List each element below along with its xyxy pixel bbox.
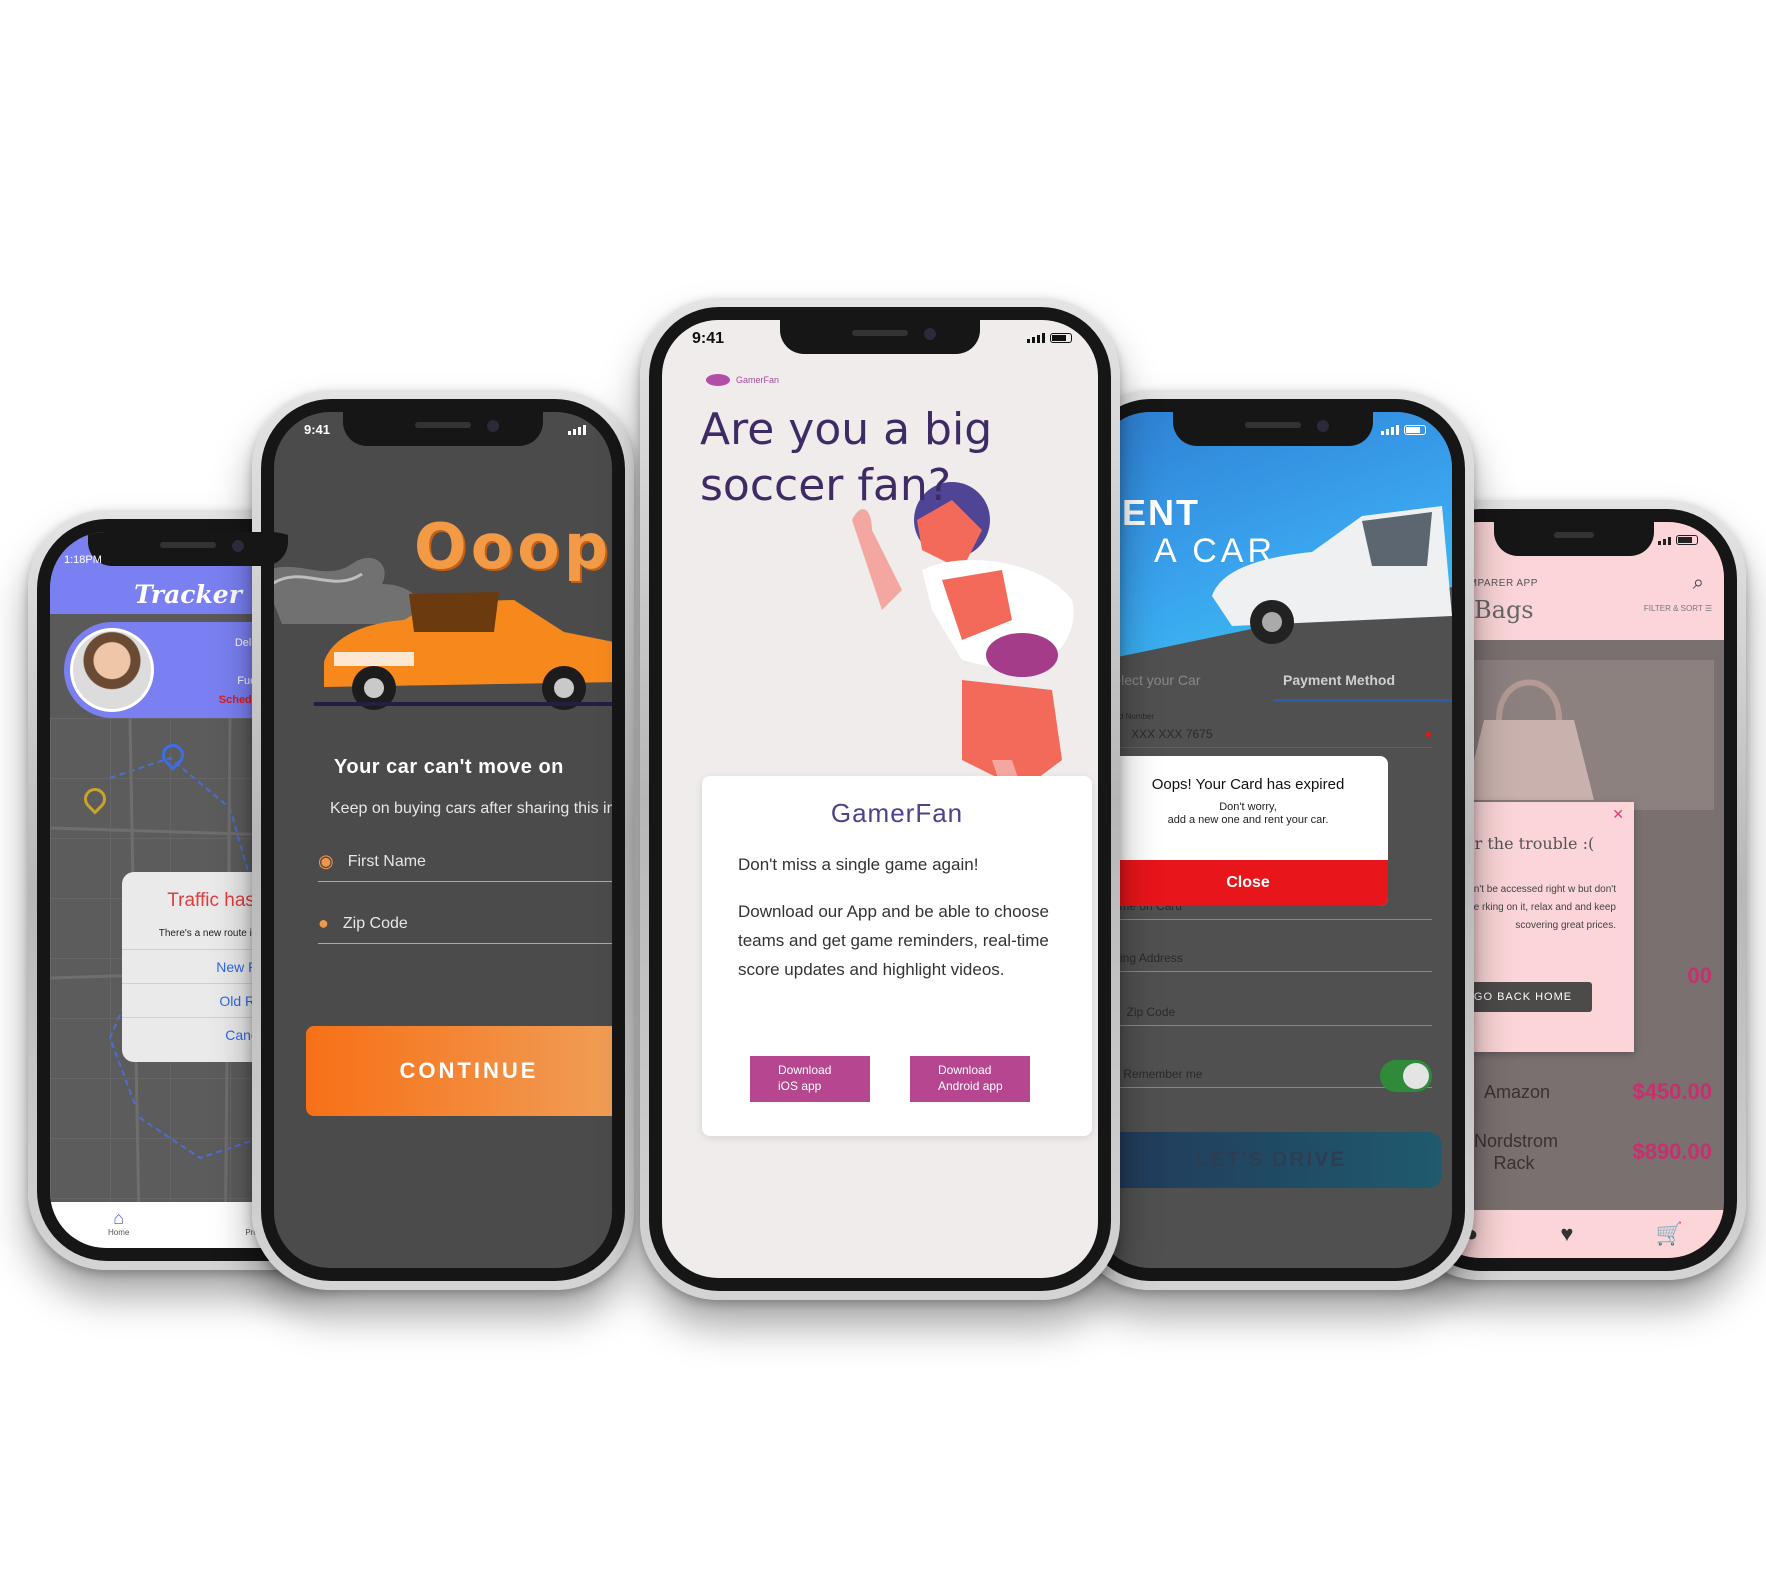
zip-placeholder: Zip Code — [1126, 1005, 1176, 1019]
billing-address-field[interactable]: Billing Address — [1104, 932, 1432, 972]
ooops-headline: Ooops — [414, 510, 612, 583]
person-icon: ● — [318, 913, 329, 933]
page-title: Bags — [1474, 596, 1534, 624]
card-expired-modal: Oops! Your Card has expired Don't worry,… — [1108, 756, 1388, 906]
ooops-screen: 9:41 Ooops Your car can't move on Keep o… — [274, 412, 612, 1268]
modal-line-1: Don't worry, — [1219, 801, 1277, 813]
error-subtitle: Keep on buying cars after sharing this i… — [330, 800, 612, 817]
card-description: Download our App and be able to choose t… — [738, 902, 1049, 979]
store-name: Amazon — [1484, 1081, 1551, 1102]
card-number-field[interactable]: ▭XXX XXX 7675● — [1104, 708, 1432, 748]
ios-btn-line-2: iOS app — [778, 1079, 822, 1093]
location-pin-icon: ◉ — [318, 851, 334, 871]
continue-button[interactable]: CONTINUE — [306, 1026, 612, 1116]
status-time: 1:18PM — [64, 554, 102, 566]
card-brand: GamerFan — [830, 798, 964, 828]
football-icon — [706, 374, 730, 386]
heart-icon[interactable]: ♥ — [1560, 1221, 1573, 1247]
phone-gamerfan: 9:41 GamerFan Are you a big soccer fan? G… — [640, 298, 1120, 1300]
download-ios-button[interactable]: Download iOS app — [750, 1056, 870, 1102]
first-name-placeholder: First Name — [347, 852, 426, 870]
store-price: $450.00 — [1632, 1079, 1712, 1104]
filter-sort-button[interactable]: FILTER & SORT ☰ — [1644, 604, 1712, 613]
hero-line-1: Are you a big — [700, 404, 993, 455]
close-button[interactable]: Close — [1108, 860, 1388, 906]
tab-home[interactable]: ⌂ Home — [108, 1208, 129, 1248]
cart-icon[interactable]: 🛒 — [1656, 1221, 1683, 1247]
rent-car-screen: 41 RENT A CAR Select your Car Payment Me… — [1094, 412, 1452, 1268]
filter-icon: ☰ — [1704, 604, 1712, 613]
status-icons — [1027, 333, 1072, 343]
go-back-home-button[interactable]: GO BACK HOME — [1454, 982, 1592, 1012]
zip-code-field[interactable]: ◉Zip Code — [1104, 986, 1432, 1026]
tab-payment-method[interactable]: Payment Method — [1273, 672, 1452, 702]
broken-car-illustration — [314, 592, 612, 710]
phone-rent-car: 41 RENT A CAR Select your Car Payment Me… — [1072, 390, 1474, 1290]
checkout-tabs: Select your Car Payment Method — [1094, 672, 1452, 702]
close-icon[interactable]: ✕ — [1612, 806, 1624, 823]
modal-title: Oops! Your Card has expired — [1151, 776, 1345, 793]
white-car-illustration — [1212, 506, 1452, 644]
card-tagline: Don't miss a single game again! — [738, 855, 979, 874]
first-name-field[interactable]: ◉ First Name — [318, 842, 612, 882]
gamerfan-screen: 9:41 GamerFan Are you a big soccer fan? G… — [662, 320, 1098, 1278]
status-time: 9:41 — [304, 422, 331, 437]
android-btn-line-1: Download — [938, 1063, 992, 1077]
modal-line-2: add a new one and rent your car. — [1167, 814, 1329, 826]
avatar — [70, 628, 154, 712]
logo-text: GamerFan — [736, 375, 780, 385]
status-icons — [1381, 425, 1426, 435]
zip-code-placeholder: Zip Code — [342, 914, 408, 932]
phone-ooops: 9:41 Ooops Your car can't move on Keep o… — [252, 390, 634, 1290]
gamerfan-card: GamerFan Don't miss a single game again!… — [702, 776, 1092, 1136]
error-title: Your car can't move on — [334, 756, 564, 778]
tab-select-car[interactable]: Select your Car — [1094, 672, 1273, 702]
lets-drive-button[interactable]: LET'S DRIVE — [1100, 1132, 1442, 1188]
hero-line-2: soccer fan? — [700, 460, 952, 511]
ios-btn-line-1: Download — [778, 1063, 832, 1077]
filter-sort-label: FILTER & SORT — [1643, 604, 1703, 613]
hero-title: Are you a big soccer fan? — [700, 402, 992, 514]
status-time: 9:41 — [692, 330, 725, 347]
error-icon: ● — [1424, 727, 1432, 741]
download-android-button[interactable]: Download Android app — [910, 1056, 1030, 1102]
status-icons — [1658, 535, 1698, 545]
status-icons — [568, 425, 586, 435]
remember-me-toggle[interactable] — [1380, 1060, 1432, 1092]
tab-home-label: Home — [107, 1228, 130, 1237]
gamerfan-logo: GamerFan — [706, 374, 779, 386]
zip-code-field[interactable]: ● Zip Code — [318, 904, 612, 944]
search-icon[interactable]: ⌕ — [1693, 572, 1704, 595]
store-name: Nordstrom Rack — [1474, 1131, 1559, 1173]
store-price: $890.00 — [1632, 1139, 1712, 1164]
android-btn-line-2: Android app — [938, 1079, 1003, 1093]
home-icon: ⌂ — [113, 1208, 125, 1228]
price-partial: 00 — [1687, 963, 1712, 988]
remember-me-label: Remember me — [1123, 1067, 1203, 1081]
card-number-value: XXX XXX 7675 — [1131, 727, 1213, 741]
